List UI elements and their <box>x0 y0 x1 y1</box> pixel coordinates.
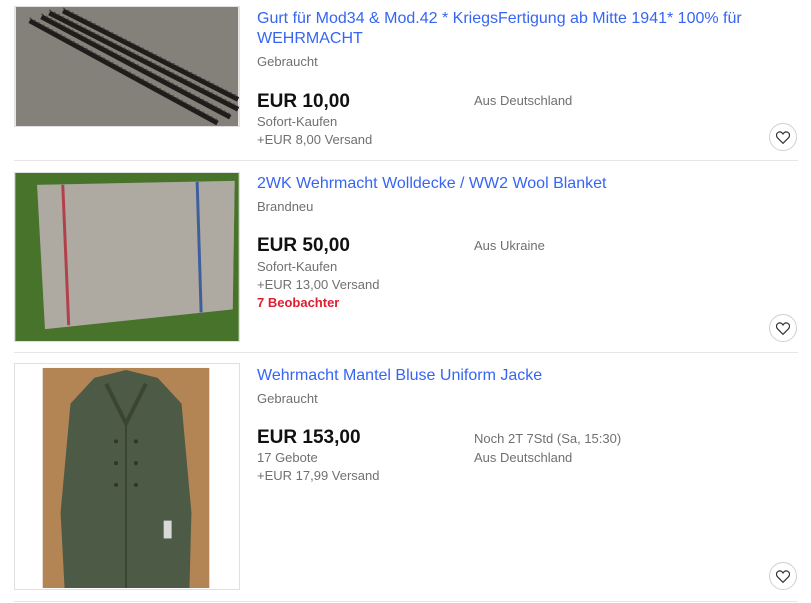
listing-item: 2WK Wehrmacht Wolldecke / WW2 Wool Blank… <box>0 161 811 352</box>
listing-location: Aus Deutschland <box>474 450 573 465</box>
listing-condition: Gebraucht <box>257 54 318 69</box>
listing-location: Aus Deutschland <box>474 93 573 108</box>
coat-photo <box>15 364 239 589</box>
listing-price: EUR 10,00 <box>257 91 350 112</box>
wool-blanket-photo <box>15 173 239 341</box>
watch-heart-button[interactable] <box>769 562 797 590</box>
listing-location: Aus Ukraine <box>474 238 545 253</box>
listing-image[interactable] <box>14 172 240 342</box>
listing-divider <box>14 601 798 602</box>
listing-price: EUR 50,00 <box>257 235 350 256</box>
listing-image[interactable] <box>14 363 240 590</box>
search-results-list: Gurt für Mod34 & Mod.42 * KriegsFertigun… <box>0 0 811 603</box>
listing-item: Gurt für Mod34 & Mod.42 * KriegsFertigun… <box>0 0 811 160</box>
listing-bids: 17 Gebote <box>257 450 318 465</box>
listing-condition: Gebraucht <box>257 391 318 406</box>
heart-icon <box>776 130 790 144</box>
listing-condition: Brandneu <box>257 199 314 214</box>
heart-icon <box>776 569 790 583</box>
listing-shipping: +EUR 17,99 Versand <box>257 468 380 483</box>
listing-shipping: +EUR 8,00 Versand <box>257 132 373 147</box>
listing-time-left: Noch 2T 7Std (Sa, 15:30) <box>474 431 622 446</box>
ammo-belt-photo <box>15 7 239 126</box>
listing-shipping: +EUR 13,00 Versand <box>257 277 380 292</box>
listing-title-link[interactable]: Wehrmacht Mantel Bluse Uniform Jacke <box>257 366 777 386</box>
watch-heart-button[interactable] <box>769 123 797 151</box>
watch-heart-button[interactable] <box>769 314 797 342</box>
listing-title-link[interactable]: 2WK Wehrmacht Wolldecke / WW2 Wool Blank… <box>257 174 777 194</box>
heart-icon <box>776 321 790 335</box>
listing-title-link[interactable]: Gurt für Mod34 & Mod.42 * KriegsFertigun… <box>257 9 777 49</box>
listing-image[interactable] <box>14 6 240 127</box>
listing-buy-format: Sofort-Kaufen <box>257 114 338 129</box>
listing-watchers: 7 Beobachter <box>257 295 340 310</box>
listing-price: EUR 153,00 <box>257 427 361 448</box>
listing-buy-format: Sofort-Kaufen <box>257 259 338 274</box>
listing-item: Wehrmacht Mantel Bluse Uniform Jacke Geb… <box>0 353 811 603</box>
